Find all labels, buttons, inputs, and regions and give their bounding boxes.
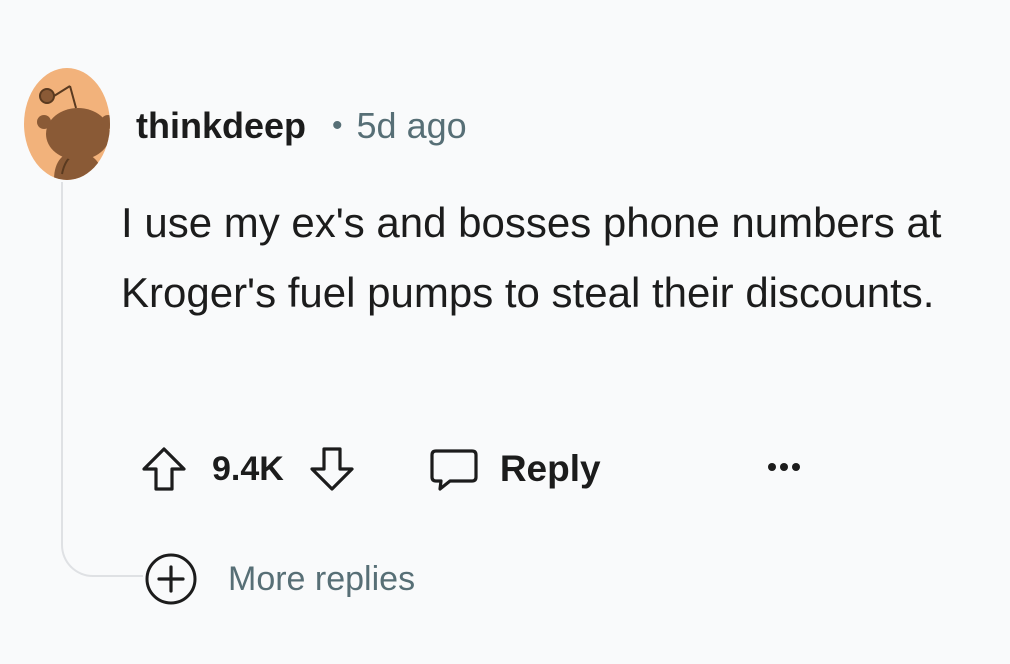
thread-elbow (61, 520, 143, 577)
comment-actions: 9.4K Reply (136, 438, 601, 500)
more-replies-button[interactable]: More replies (144, 552, 415, 606)
reply-label: Reply (499, 448, 601, 489)
vote-count: 9.4K (212, 449, 284, 488)
plus-circle-icon (145, 553, 197, 605)
more-replies-label: More replies (228, 559, 416, 598)
avatar[interactable] (24, 68, 110, 180)
more-options-button[interactable] (764, 452, 804, 482)
author-username[interactable]: thinkdeep (136, 105, 306, 147)
arrow-down-icon (310, 447, 354, 491)
thread-line[interactable] (61, 182, 63, 532)
reply-button[interactable]: Reply (428, 443, 601, 495)
downvote-button[interactable] (304, 441, 360, 497)
comment: thinkdeep • 5d ago I use my ex's and bos… (0, 0, 1010, 664)
comment-header: thinkdeep • 5d ago (136, 100, 467, 152)
arrow-up-icon (142, 447, 186, 491)
snoo-avatar-icon (24, 68, 110, 180)
comment-body: I use my ex's and bosses phone numbers a… (121, 199, 942, 316)
upvote-button[interactable] (136, 441, 192, 497)
comment-timestamp[interactable]: 5d ago (357, 105, 467, 147)
meta-separator: • (332, 109, 343, 142)
ellipsis-icon (768, 463, 800, 471)
speech-bubble-icon (430, 449, 478, 491)
